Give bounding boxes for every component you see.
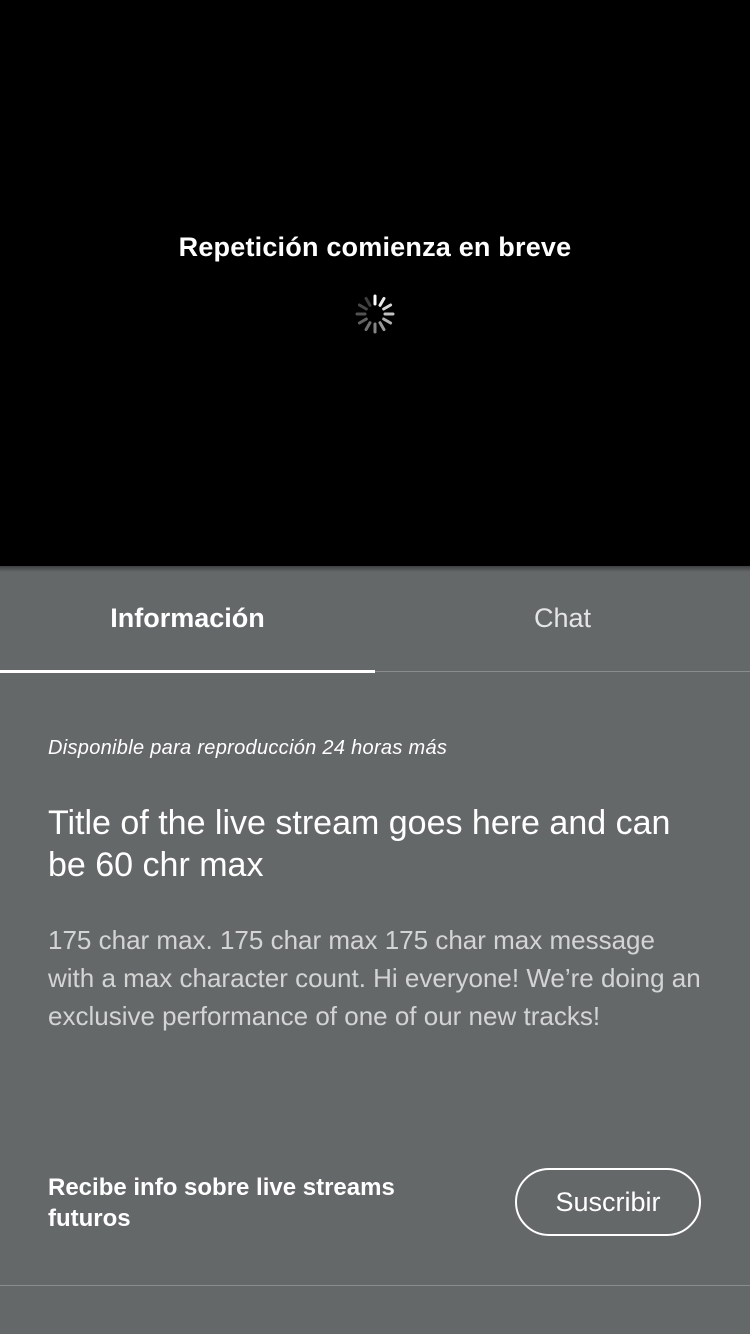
player-status-text: Repetición comienza en breve bbox=[178, 232, 572, 262]
bottom-divider bbox=[0, 1285, 750, 1286]
loading-spinner-icon bbox=[355, 294, 395, 334]
subscribe-prompt: Recibe info sobre live streams futuros bbox=[48, 1174, 395, 1232]
subscribe-button[interactable]: Suscribir bbox=[515, 1168, 701, 1236]
video-player[interactable]: Repetición comienza en breve bbox=[0, 0, 750, 566]
tab-informacion[interactable]: Información bbox=[0, 566, 375, 672]
selected-tab-indicator bbox=[0, 670, 375, 673]
stream-description: 175 char max. 175 char max 175 char max … bbox=[48, 925, 701, 1031]
tab-chat[interactable]: Chat bbox=[375, 566, 750, 672]
availability-text: Disponible para reproducción 24 horas má… bbox=[48, 737, 448, 759]
tab-bar: Información Chat bbox=[0, 566, 750, 673]
stream-info-panel: Información Chat Disponible para reprodu… bbox=[0, 566, 750, 1334]
stream-title: Title of the live stream goes here and c… bbox=[48, 804, 671, 884]
